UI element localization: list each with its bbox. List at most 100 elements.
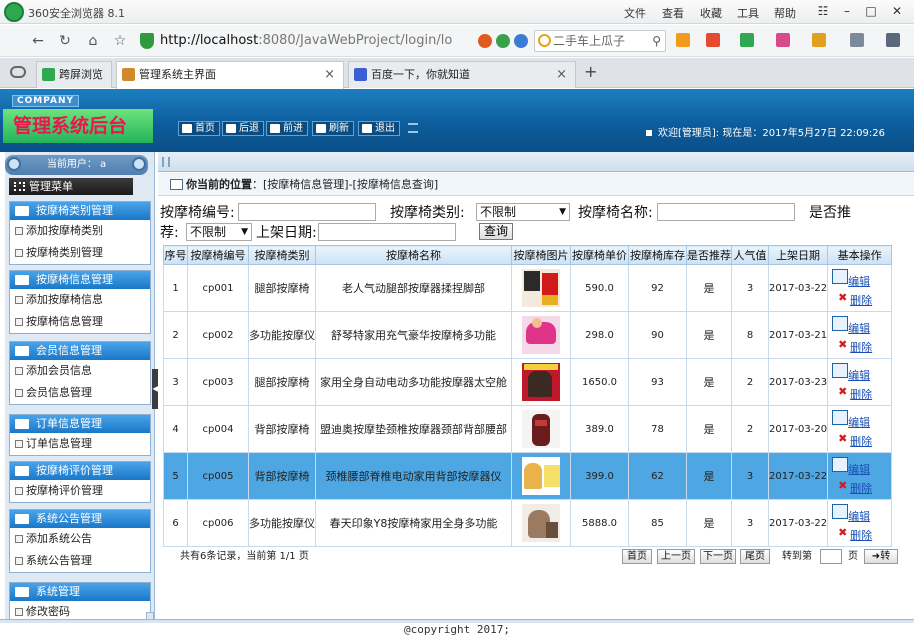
edit-icon[interactable] (832, 410, 849, 425)
star-icon[interactable]: ☆ (110, 31, 130, 51)
page-number-input[interactable] (820, 549, 842, 564)
next-page-button[interactable]: 下一页 (700, 549, 736, 564)
edit-link[interactable]: 编辑 (848, 367, 870, 383)
query-button[interactable]: 查询 (479, 223, 513, 240)
delete-icon[interactable]: ✖ (838, 338, 847, 351)
back-button[interactable]: 后退 (222, 121, 264, 136)
edit-link[interactable]: 编辑 (848, 461, 870, 477)
dropdown-icon[interactable] (514, 34, 528, 48)
address-bar[interactable]: http://localhost:8080/JavaWebProject/log… (160, 30, 518, 52)
last-page-button[interactable]: 尾页 (740, 549, 770, 564)
menu-item-add-notice[interactable]: 添加系统公告 (10, 528, 150, 550)
refresh-icon[interactable]: ↻ (55, 31, 75, 51)
cloud-icon[interactable] (10, 66, 26, 78)
forward-button[interactable]: 前进 (266, 121, 308, 136)
recommend-select[interactable]: 不限制 ▼ (186, 223, 252, 241)
home-icon[interactable]: ⌂ (83, 31, 103, 51)
product-thumbnail[interactable] (520, 502, 562, 544)
product-thumbnail[interactable] (520, 361, 562, 403)
search-icon[interactable]: ⚲ (652, 31, 661, 51)
menu-view[interactable]: 查看 (662, 5, 684, 21)
menu-group-header[interactable]: 会员信息管理 (10, 342, 150, 360)
menu-file[interactable]: 文件 (624, 5, 646, 21)
new-tab-icon[interactable]: + (584, 62, 597, 81)
delete-icon[interactable]: ✖ (838, 385, 847, 398)
shirt-skin-icon[interactable]: ☷ (812, 2, 834, 20)
type-select[interactable]: 不限制 ▼ (476, 203, 570, 221)
tab-baidu[interactable]: 百度一下，你就知道 × (348, 61, 576, 88)
delete-link[interactable]: 删除 (850, 433, 872, 449)
minimize-icon[interactable]: – (836, 2, 858, 20)
close-tab-icon[interactable]: × (324, 62, 335, 87)
menu-item-add-category[interactable]: 添加按摩椅类别 (10, 220, 150, 242)
close-tab-icon[interactable]: × (556, 62, 567, 87)
menu-item-manage-product[interactable]: 按摩椅信息管理 (10, 311, 150, 333)
edit-link[interactable]: 编辑 (848, 414, 870, 430)
name-input[interactable] (657, 203, 795, 221)
edit-icon[interactable] (832, 363, 849, 378)
maximize-icon[interactable]: □ (860, 2, 882, 20)
home-button[interactable]: 首页 (178, 121, 220, 136)
code-input[interactable] (238, 203, 376, 221)
menu-group-header[interactable]: 按摩椅类别管理 (10, 202, 150, 220)
table-row[interactable]: 6 cp006 多功能按摩仪 春天印象Y8按摩椅家用全身多功能 5888.0 8… (163, 499, 893, 547)
close-window-icon[interactable]: ✕ (886, 2, 908, 20)
delete-link[interactable]: 删除 (850, 339, 872, 355)
menu-icon[interactable] (886, 33, 900, 47)
prev-page-button[interactable]: 上一页 (657, 549, 695, 564)
menu-favorites[interactable]: 收藏 (700, 5, 722, 21)
menu-group-header[interactable]: 系统管理 (10, 583, 150, 601)
gift-icon[interactable] (812, 33, 826, 47)
table-row[interactable]: 1 cp001 腿部按摩椅 老人气动腿部按摩器揉捏脚部 590.0 92 是 3… (163, 264, 893, 312)
edit-icon[interactable] (832, 457, 849, 472)
product-thumbnail[interactable] (520, 267, 562, 309)
wallet-icon[interactable] (706, 33, 720, 47)
speed-icon[interactable] (496, 34, 510, 48)
table-row-selected[interactable]: 5 cp005 背部按摩椅 颈椎腰部脊椎电动家用背部按摩器仪 399.0 62 … (163, 452, 893, 500)
menu-tools[interactable]: 工具 (737, 5, 759, 21)
delete-link[interactable]: 删除 (850, 480, 872, 496)
delete-link[interactable]: 删除 (850, 527, 872, 543)
image-icon[interactable] (850, 33, 864, 47)
edit-link[interactable]: 编辑 (848, 508, 870, 524)
edit-link[interactable]: 编辑 (848, 273, 870, 289)
extension-icon[interactable] (478, 34, 492, 48)
menu-help[interactable]: 帮助 (774, 5, 796, 21)
table-row[interactable]: 3 cp003 腿部按摩椅 家用全身自动电动多功能按摩器太空舱 1650.0 9… (163, 358, 893, 406)
apps-icon[interactable] (676, 33, 690, 47)
product-thumbnail[interactable] (520, 314, 562, 356)
edit-icon[interactable] (832, 504, 849, 519)
edit-icon[interactable] (832, 316, 849, 331)
menu-group-header[interactable]: 按摩椅信息管理 (10, 271, 150, 289)
product-thumbnail[interactable] (520, 455, 562, 497)
menu-item-manage-notice[interactable]: 系统公告管理 (10, 550, 150, 572)
money-icon[interactable] (740, 33, 754, 47)
date-input[interactable] (318, 223, 456, 241)
delete-icon[interactable]: ✖ (838, 432, 847, 445)
menu-item-add-member[interactable]: 添加会员信息 (10, 360, 150, 382)
menu-item-add-product[interactable]: 添加按摩椅信息 (10, 289, 150, 311)
product-thumbnail[interactable] (520, 408, 562, 450)
table-row[interactable]: 2 cp002 多功能按摩仪 舒琴特家用充气豪华按摩椅多功能 298.0 90 … (163, 311, 893, 359)
menu-item-manage-member[interactable]: 会员信息管理 (10, 382, 150, 404)
refresh-button[interactable]: 刷新 (312, 121, 354, 136)
tab-cross-screen[interactable]: 跨屏浏览 (36, 61, 112, 88)
delete-icon[interactable]: ✖ (838, 526, 847, 539)
menu-group-header[interactable]: 订单信息管理 (10, 415, 150, 433)
edit-link[interactable]: 编辑 (848, 320, 870, 336)
logout-button[interactable]: 退出 (358, 121, 400, 136)
menu-item-manage-category[interactable]: 按摩椅类别管理 (10, 242, 150, 264)
search-input[interactable]: 二手车上瓜子 ⚲ (534, 30, 666, 52)
table-row[interactable]: 4 cp004 背部按摩椅 盟迪奥按摩垫颈椎按摩器颈部背部腰部 389.0 78… (163, 405, 893, 453)
delete-icon[interactable]: ✖ (838, 479, 847, 492)
menu-group-header[interactable]: 系统公告管理 (10, 510, 150, 528)
goto-button[interactable]: ➜转 (864, 549, 898, 564)
back-arrow-icon[interactable]: ← (28, 31, 48, 51)
menu-group-header[interactable]: 按摩椅评价管理 (10, 462, 150, 480)
delete-icon[interactable]: ✖ (838, 291, 847, 304)
menu-item-manage-order[interactable]: 订单信息管理 (10, 433, 150, 455)
menu-item-manage-review[interactable]: 按摩椅评价管理 (10, 480, 150, 502)
translate-icon[interactable] (776, 33, 790, 47)
delete-link[interactable]: 删除 (850, 292, 872, 308)
delete-link[interactable]: 删除 (850, 386, 872, 402)
